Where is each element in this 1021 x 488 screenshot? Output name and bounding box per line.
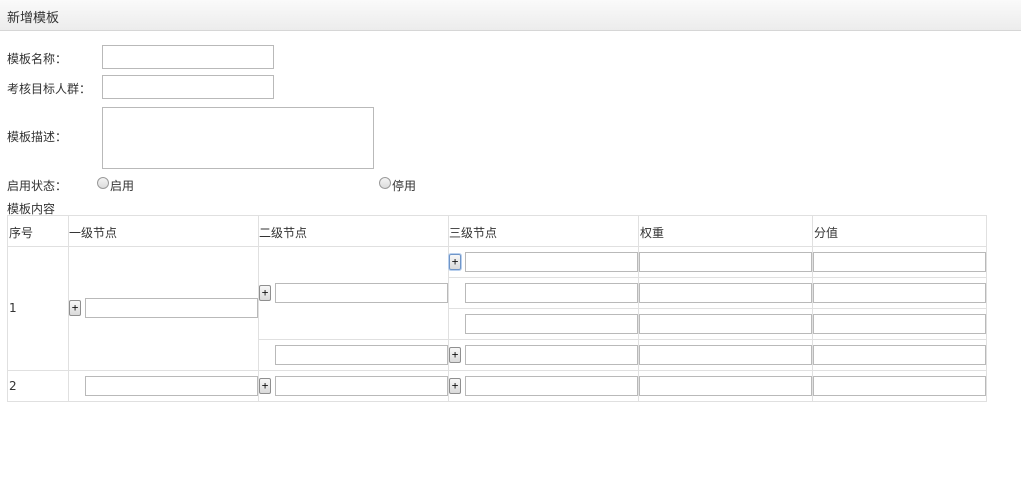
status-disabled-label: 停用 <box>392 179 417 193</box>
row-divider <box>258 339 987 340</box>
column-divider <box>812 215 813 402</box>
template-description-label: 模板描述： <box>7 130 68 144</box>
level2-node-input[interactable] <box>275 376 448 396</box>
weight-input[interactable] <box>639 376 812 396</box>
column-divider <box>638 215 639 402</box>
row-index: 1 <box>9 301 17 315</box>
column-header-level3: 三级节点 <box>449 226 498 240</box>
level3-node-input[interactable] <box>465 376 638 396</box>
column-divider <box>7 215 8 402</box>
row-index: 2 <box>9 379 17 393</box>
weight-input[interactable] <box>639 283 812 303</box>
column-header-weight: 权重 <box>640 226 665 240</box>
level2-node-input[interactable] <box>275 345 448 365</box>
level3-node-input[interactable] <box>465 252 638 272</box>
row-divider <box>7 370 987 371</box>
add-level3-button[interactable]: + <box>449 378 461 394</box>
add-level2-button[interactable]: + <box>259 378 271 394</box>
score-input[interactable] <box>813 283 986 303</box>
weight-input[interactable] <box>639 314 812 334</box>
score-input[interactable] <box>813 376 986 396</box>
level3-node-input[interactable] <box>465 314 638 334</box>
template-name-label: 模板名称： <box>7 52 68 66</box>
row-divider <box>448 277 987 278</box>
add-level2-button[interactable]: + <box>259 285 271 301</box>
column-header-level2: 二级节点 <box>259 226 308 240</box>
column-header-index: 序号 <box>9 226 34 240</box>
table-border-right <box>986 215 987 402</box>
status-label: 启用状态： <box>7 179 68 193</box>
add-level3-button[interactable]: + <box>449 254 461 270</box>
table-border-bottom <box>7 401 987 402</box>
score-input[interactable] <box>813 252 986 272</box>
status-enabled-label: 启用 <box>110 179 135 193</box>
level1-node-input[interactable] <box>85 376 258 396</box>
column-header-level1: 一级节点 <box>69 226 118 240</box>
score-input[interactable] <box>813 314 986 334</box>
add-level3-button[interactable]: + <box>449 347 461 363</box>
template-description-textarea[interactable] <box>102 107 374 169</box>
table-header-divider <box>7 246 987 247</box>
level3-node-input[interactable] <box>465 345 638 365</box>
column-header-score: 分值 <box>814 226 839 240</box>
weight-input[interactable] <box>639 345 812 365</box>
level1-node-input[interactable] <box>85 298 258 318</box>
row-divider <box>448 308 987 309</box>
target-group-input[interactable] <box>102 75 274 99</box>
template-name-input[interactable] <box>102 45 274 69</box>
target-group-label: 考核目标人群： <box>7 82 92 96</box>
page-title: 新增模板 <box>7 11 60 26</box>
page-header: 新增模板 <box>0 0 1021 31</box>
level2-node-input[interactable] <box>275 283 448 303</box>
add-level1-button[interactable]: + <box>69 300 81 316</box>
column-divider <box>258 215 259 402</box>
level3-node-input[interactable] <box>465 283 638 303</box>
score-input[interactable] <box>813 345 986 365</box>
column-divider <box>448 215 449 402</box>
status-enabled-radio[interactable] <box>97 177 109 189</box>
weight-input[interactable] <box>639 252 812 272</box>
status-disabled-radio[interactable] <box>379 177 391 189</box>
table-border-top <box>7 215 987 216</box>
